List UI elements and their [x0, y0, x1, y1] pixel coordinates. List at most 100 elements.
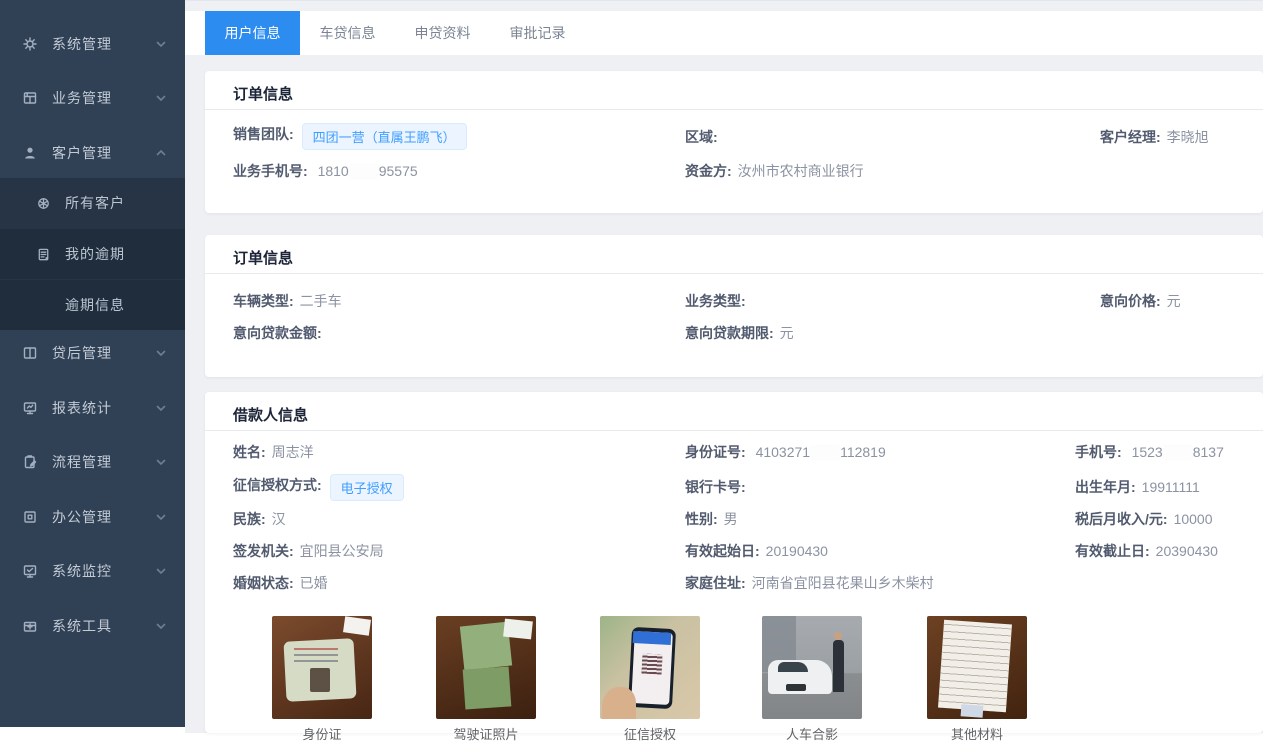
chevron-down-icon	[155, 346, 167, 358]
photo-caption: 驾驶证照片	[436, 724, 536, 743]
field-label: 业务手机号:	[233, 163, 308, 179]
field-label: 姓名:	[233, 444, 266, 460]
sidebar-item-process-mgmt[interactable]: 流程管理	[0, 435, 185, 489]
sidebar-item-all-customers[interactable]: 所有客户	[0, 178, 185, 228]
field-label: 出生年月:	[1075, 479, 1136, 495]
open-book-icon	[22, 345, 38, 361]
field-label: 税后月收入/元:	[1075, 511, 1168, 527]
customer-submenu: 所有客户 我的逾期 逾期信息	[0, 178, 185, 330]
field-id-number: 身份证号: 4103271112819	[685, 442, 886, 462]
sidebar-item-system-monitor[interactable]: 系统监控	[0, 544, 185, 598]
user-icon	[22, 145, 38, 161]
field-intended-loan-term: 意向贷款期限: 元	[685, 323, 794, 343]
sidebar-item-label: 系统监控	[52, 561, 112, 581]
field-business-type: 业务类型:	[685, 291, 752, 311]
field-label: 意向贷款期限:	[685, 325, 774, 341]
sidebar-item-postloan-mgmt[interactable]: 贷后管理	[0, 326, 185, 380]
grid-icon	[22, 90, 38, 106]
field-label: 有效截止日:	[1075, 543, 1150, 559]
sidebar-item-system-tools[interactable]: 系统工具	[0, 599, 185, 653]
field-value: 元	[780, 325, 794, 341]
field-label: 性别:	[685, 511, 718, 527]
chevron-down-icon	[155, 91, 167, 103]
sidebar-item-system-mgmt[interactable]: 系统管理	[0, 17, 185, 71]
field-issuing-authority: 签发机关:宜阳县公安局	[233, 541, 384, 561]
field-value: 10000	[1174, 511, 1213, 527]
photo-caption: 征信授权	[600, 724, 700, 743]
field-value: 李晓旭	[1167, 129, 1209, 145]
field-mobile-phone: 手机号: 15238137	[1075, 442, 1224, 462]
field-value: 181095575	[318, 163, 418, 179]
sidebar-item-office-mgmt[interactable]: 办公管理	[0, 490, 185, 544]
divider	[205, 430, 1263, 431]
field-gender: 性别:男	[685, 509, 738, 529]
photo-thumbnail-phone-qr[interactable]	[600, 616, 700, 719]
field-vehicle-type: 车辆类型:二手车	[233, 291, 342, 311]
divider	[205, 273, 1263, 274]
photo-caption: 身份证	[272, 724, 372, 743]
field-label: 银行卡号:	[685, 479, 746, 495]
photo-thumbnail-document[interactable]	[927, 616, 1027, 719]
field-value: 已婚	[300, 575, 328, 591]
tab-car-loan-info[interactable]: 车贷信息	[300, 11, 395, 55]
photo-thumbnail-person-with-car[interactable]	[762, 616, 862, 719]
field-value: 20190430	[766, 543, 828, 559]
sidebar-item-label: 系统管理	[52, 34, 112, 54]
divider	[205, 109, 1263, 110]
field-name: 姓名:周志洋	[233, 442, 314, 462]
field-value: 19911111	[1142, 479, 1200, 495]
field-intended-price: 意向价格:元	[1100, 291, 1181, 311]
sidebar-item-business-mgmt[interactable]: 业务管理	[0, 71, 185, 125]
sidebar-item-label: 贷后管理	[52, 343, 112, 363]
chevron-down-icon	[155, 401, 167, 413]
field-valid-to: 有效截止日:20390430	[1075, 541, 1218, 561]
sidebar-item-report-stats[interactable]: 报表统计	[0, 381, 185, 435]
field-funder: 资金方:汝州市农村商业银行	[685, 161, 864, 181]
field-value: 15238137	[1132, 444, 1224, 460]
field-monthly-income: 税后月收入/元: 10000	[1075, 509, 1213, 529]
card-title: 借款人信息	[233, 404, 308, 425]
field-marital-status: 婚姻状态: 已婚	[233, 573, 328, 593]
chevron-up-icon	[155, 146, 167, 158]
order-info-card-1: 订单信息 销售团队:四团一营（直属王鹏飞） 区域: 客户经理:李晓旭 业务手机号…	[205, 71, 1263, 213]
field-label: 意向价格:	[1100, 293, 1161, 309]
square-in-square-icon	[22, 509, 38, 525]
sidebar-item-label: 我的逾期	[65, 244, 125, 264]
field-label: 资金方:	[685, 163, 732, 179]
document-icon	[36, 247, 51, 262]
sidebar-item-label: 逾期信息	[65, 295, 125, 315]
field-value: 宜阳县公安局	[300, 543, 384, 559]
field-label: 有效起始日:	[685, 543, 760, 559]
sidebar-item-label: 客户管理	[52, 143, 112, 163]
tab-user-info[interactable]: 用户信息	[205, 11, 300, 55]
field-label: 业务类型:	[685, 293, 746, 309]
monitor-icon	[22, 400, 38, 416]
sidebar-item-label: 业务管理	[52, 88, 112, 108]
chevron-down-icon	[155, 455, 167, 467]
order-info-card-2: 订单信息 车辆类型:二手车 业务类型: 意向价格:元 意向贷款金额: 意向贷款期…	[205, 235, 1263, 377]
field-label: 意向贷款金额:	[233, 325, 322, 341]
photo-thumbnail-id-card[interactable]	[272, 616, 372, 719]
tab-approval-records[interactable]: 审批记录	[490, 11, 585, 55]
sidebar-item-overdue-info[interactable]: 逾期信息	[0, 280, 185, 330]
field-label: 客户经理:	[1100, 129, 1161, 145]
sales-team-tag[interactable]: 四团一营（直属王鹏飞）	[302, 123, 467, 150]
tab-loan-application-docs[interactable]: 申贷资料	[395, 11, 490, 55]
field-account-manager: 客户经理: 李晓旭	[1100, 127, 1209, 147]
field-label: 区域:	[685, 129, 718, 145]
sidebar-item-my-overdue[interactable]: 我的逾期	[0, 229, 185, 279]
tab-bar: 用户信息 车贷信息 申贷资料 审批记录	[185, 11, 1263, 55]
redaction-block	[1163, 446, 1193, 459]
sidebar-item-label: 报表统计	[52, 398, 112, 418]
field-home-address: 家庭住址:河南省宜阳县花果山乡木柴村	[685, 573, 934, 593]
field-value: 汉	[272, 511, 286, 527]
redaction-block	[349, 165, 379, 178]
sidebar-item-label: 流程管理	[52, 452, 112, 472]
sidebar-item-customer-mgmt[interactable]: 客户管理	[0, 126, 185, 180]
photo-thumbnail-license-booklet[interactable]	[436, 616, 536, 719]
field-label: 婚姻状态:	[233, 575, 294, 591]
photo-caption: 其他材料	[927, 724, 1027, 743]
sidebar-item-label: 办公管理	[52, 507, 112, 527]
field-label: 销售团队:	[233, 126, 294, 142]
field-sales-team: 销售团队: 四团一营（直属王鹏飞）	[233, 123, 467, 150]
